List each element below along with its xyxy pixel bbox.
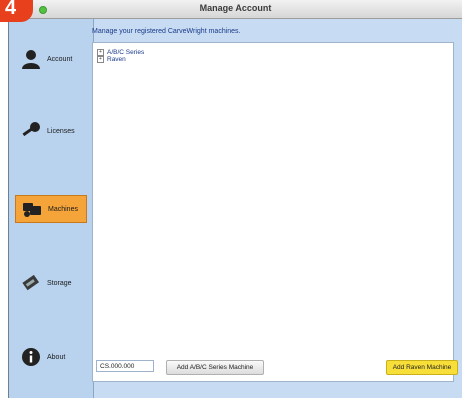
panel-instructions: Manage your registered CarveWright machi… <box>92 28 241 35</box>
sidebar-item-label: Machines <box>48 205 78 213</box>
machines-icon <box>20 198 44 220</box>
key-icon <box>19 120 43 142</box>
sidebar-item-label: Licenses <box>47 127 75 135</box>
sidebar-item-storage[interactable]: Storage <box>15 269 87 297</box>
info-icon <box>19 346 43 368</box>
bottom-bar: CS.000.000 Add A/B/C Series Machine Add … <box>92 360 458 376</box>
sidebar-item-machines[interactable]: Machines <box>15 195 87 223</box>
add-abc-series-machine-button[interactable]: Add A/B/C Series Machine <box>166 360 264 375</box>
sidebar-item-label: About <box>47 353 66 361</box>
machine-tree[interactable]: + A/B/C Series + Raven <box>92 42 454 382</box>
window-title: Manage Account <box>199 3 272 13</box>
tree-node-label: A/B/C Series <box>107 49 145 56</box>
sidebar-item-label: Account <box>47 55 73 63</box>
tree-node-label: Raven <box>107 56 126 63</box>
tree-node-raven[interactable]: + Raven <box>97 56 126 63</box>
sidebar-item-about[interactable]: About <box>15 343 87 371</box>
step-number-badge: 4 <box>0 0 33 22</box>
machines-panel: Manage your registered CarveWright machi… <box>92 28 454 398</box>
tree-node-abc-series[interactable]: + A/B/C Series <box>97 49 144 56</box>
sidebar-item-account[interactable]: Account <box>15 45 87 73</box>
expand-icon[interactable]: + <box>97 56 104 63</box>
add-raven-machine-button[interactable]: Add Raven Machine <box>386 360 458 375</box>
memory-card-icon <box>19 272 43 294</box>
sidebar: Account Licenses Machines Storage About <box>9 19 94 398</box>
title-bar: Manage Account <box>9 0 462 19</box>
expand-icon[interactable]: + <box>97 49 104 56</box>
user-icon <box>19 48 43 70</box>
sidebar-item-licenses[interactable]: Licenses <box>15 117 87 145</box>
sidebar-item-label: Storage <box>47 279 72 287</box>
serial-number-field[interactable]: CS.000.000 <box>96 360 154 372</box>
